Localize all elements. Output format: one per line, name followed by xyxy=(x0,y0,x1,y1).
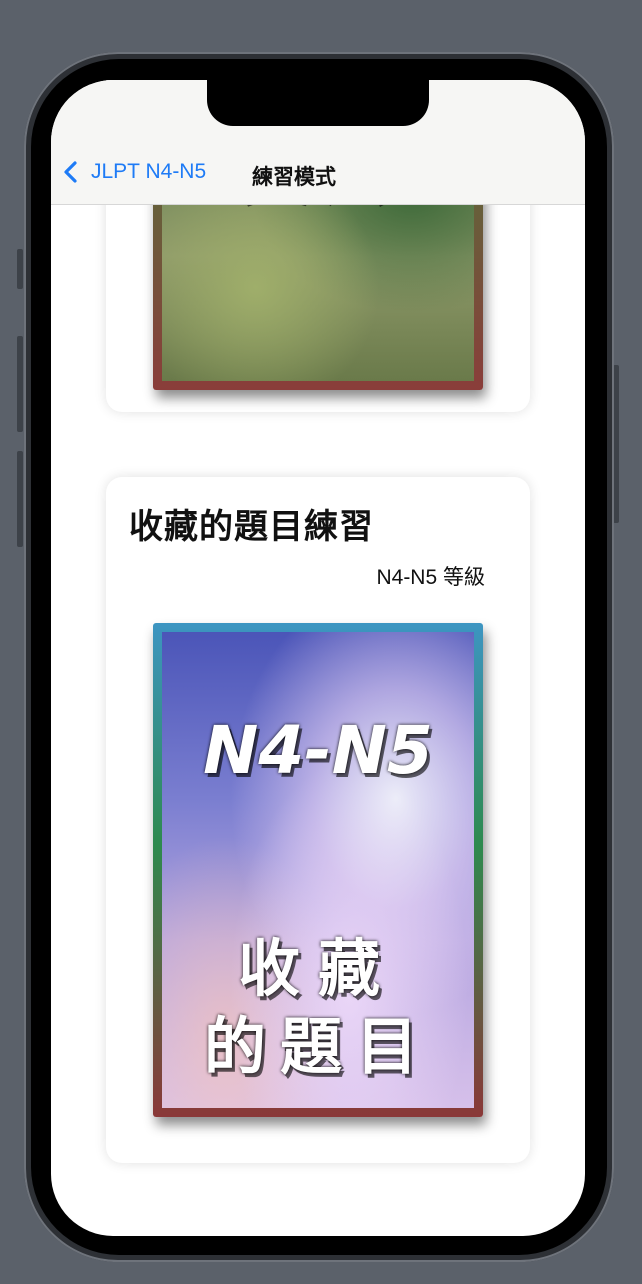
silent-switch xyxy=(17,249,23,289)
screen: 文法 收藏的題目練習 N4-N5 等級 N4-N5 收藏 的題目 JLPT N4… xyxy=(51,80,585,1236)
poster-level-title: N4-N5 xyxy=(203,712,433,789)
favorites-poster[interactable]: N4-N5 收藏 的題目 xyxy=(153,623,483,1117)
practice-card-favorites[interactable]: 收藏的題目練習 N4-N5 等級 N4-N5 收藏 的題目 xyxy=(106,477,530,1163)
poster-line-2: 的題目 xyxy=(203,1010,432,1083)
volume-down-button xyxy=(17,451,23,547)
page-title: 練習模式 xyxy=(252,165,336,189)
favorites-poster-image: N4-N5 收藏 的題目 xyxy=(162,632,474,1108)
card-level: N4-N5 等級 xyxy=(376,566,485,589)
notch xyxy=(207,80,429,126)
card-title: 收藏的題目練習 xyxy=(129,507,374,547)
poster-line-1: 收藏 xyxy=(237,932,398,1005)
volume-up-button xyxy=(17,336,23,432)
